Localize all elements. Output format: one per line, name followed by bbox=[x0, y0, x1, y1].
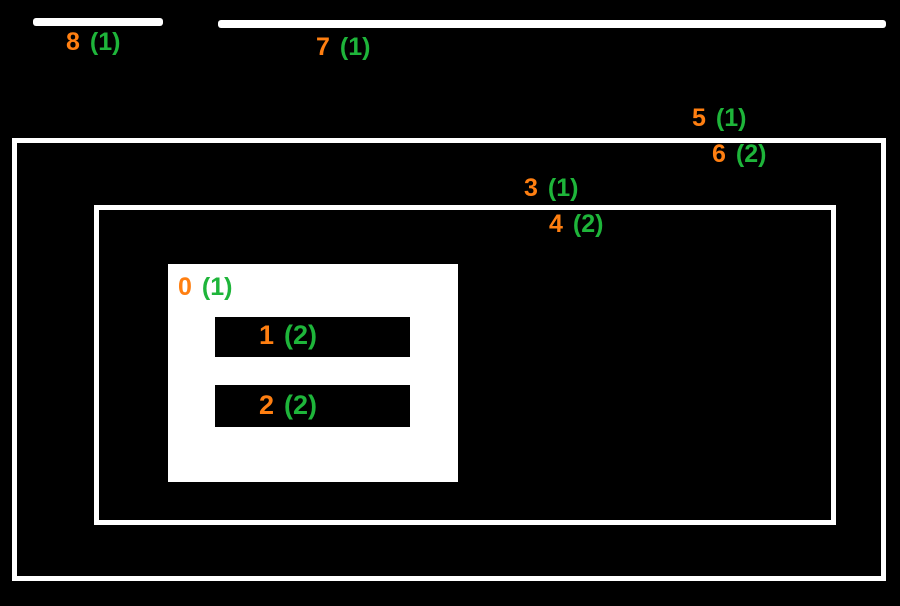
label-7: 7 (1) bbox=[316, 33, 370, 62]
label-5-paren: (1) bbox=[716, 104, 747, 133]
label-4-index: 4 bbox=[549, 210, 563, 239]
diagram-stage: 8 (1) 7 (1) 5 (1) 6 (2) 3 (1) 4 (2) 0 (1… bbox=[0, 0, 900, 606]
label-6-paren: (2) bbox=[736, 140, 767, 169]
label-1-paren: (2) bbox=[284, 320, 317, 351]
label-3-paren: (1) bbox=[548, 174, 579, 203]
label-7-index: 7 bbox=[316, 33, 330, 62]
label-0: 0 (1) bbox=[178, 273, 232, 302]
label-6-index: 6 bbox=[712, 140, 726, 169]
label-2-paren: (2) bbox=[284, 390, 317, 421]
label-2-index: 2 bbox=[259, 390, 274, 421]
label-1-index: 1 bbox=[259, 320, 274, 351]
label-8-index: 8 bbox=[66, 28, 80, 57]
top-bar-right bbox=[218, 20, 886, 28]
label-6: 6 (2) bbox=[712, 140, 766, 169]
label-0-paren: (1) bbox=[202, 273, 233, 302]
label-3: 3 (1) bbox=[524, 174, 578, 203]
label-8-paren: (1) bbox=[90, 28, 121, 57]
label-4-paren: (2) bbox=[573, 210, 604, 239]
label-4: 4 (2) bbox=[549, 210, 603, 239]
top-bar-left bbox=[33, 18, 163, 26]
label-0-index: 0 bbox=[178, 273, 192, 302]
label-7-paren: (1) bbox=[340, 33, 371, 62]
label-5-index: 5 bbox=[692, 104, 706, 133]
label-3-index: 3 bbox=[524, 174, 538, 203]
label-1: 1 (2) bbox=[259, 320, 317, 351]
label-8: 8 (1) bbox=[66, 28, 120, 57]
label-2: 2 (2) bbox=[259, 390, 317, 421]
label-5: 5 (1) bbox=[692, 104, 746, 133]
